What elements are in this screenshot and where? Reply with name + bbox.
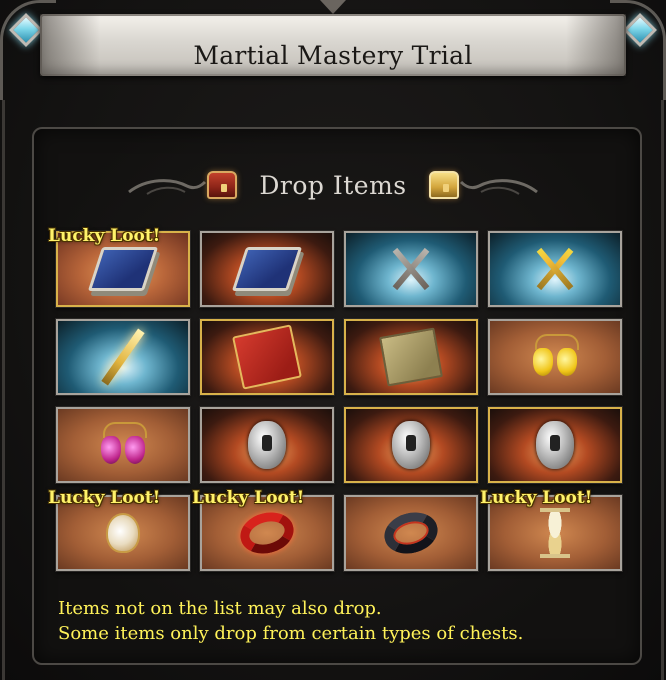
lucky-loot-label: Lucky Loot! xyxy=(192,488,305,508)
ornament-swirl-right-icon xyxy=(459,179,538,195)
trial-window: Martial Mastery Trial Drop Items Lucky L… xyxy=(0,0,666,680)
crossed-blades-icon xyxy=(530,244,580,294)
crossed-axes-icon xyxy=(386,244,436,294)
yellow-earrings-icon xyxy=(527,334,583,380)
title-banner: Martial Mastery Trial xyxy=(40,14,626,76)
gold-chest-icon xyxy=(428,171,459,199)
drop-item-slot[interactable] xyxy=(344,231,478,307)
drop-items-title: Drop Items xyxy=(259,170,407,200)
silver-mask-icon xyxy=(392,421,430,469)
drop-item-slot[interactable] xyxy=(344,495,478,571)
ornament-swirl-left-icon xyxy=(128,179,207,195)
silver-mask-icon xyxy=(248,421,286,469)
drop-item-slot[interactable] xyxy=(200,231,334,307)
skill-book-icon xyxy=(87,247,159,291)
drop-item-slot[interactable] xyxy=(56,407,190,483)
drop-item-slot[interactable] xyxy=(344,319,478,395)
drop-item-slot[interactable] xyxy=(200,319,334,395)
drop-item-slot[interactable] xyxy=(488,231,622,307)
lucky-loot-label: Lucky Loot! xyxy=(48,488,161,508)
silver-mask-icon xyxy=(536,421,574,469)
lucky-loot-label: Lucky Loot! xyxy=(48,226,161,246)
dark-ring-icon xyxy=(379,506,443,560)
note-line: Some items only drop from certain types … xyxy=(58,623,524,644)
note-line: Items not on the list may also drop. xyxy=(58,598,382,619)
red-ring-icon xyxy=(235,506,299,560)
drop-items-header: Drop Items xyxy=(0,160,666,210)
crystal-gem-icon xyxy=(620,10,660,50)
drop-item-slot[interactable] xyxy=(488,407,622,483)
window-title: Martial Mastery Trial xyxy=(193,41,473,70)
pink-earrings-icon xyxy=(95,422,151,468)
red-chest-icon xyxy=(207,171,238,199)
drop-item-slot[interactable] xyxy=(200,407,334,483)
golden-sword-icon xyxy=(101,328,145,386)
drop-item-slot[interactable] xyxy=(344,407,478,483)
drop-item-slot[interactable] xyxy=(56,319,190,395)
potion-vial-icon xyxy=(106,513,140,553)
drop-item-slot[interactable] xyxy=(488,319,622,395)
red-scroll-icon xyxy=(232,324,302,390)
lucky-loot-label: Lucky Loot! xyxy=(480,488,593,508)
skill-book-icon xyxy=(231,247,303,291)
hourglass-icon xyxy=(540,508,570,558)
drop-notes: Items not on the list may also drop. Som… xyxy=(58,596,523,646)
tan-scroll-icon xyxy=(379,327,443,387)
